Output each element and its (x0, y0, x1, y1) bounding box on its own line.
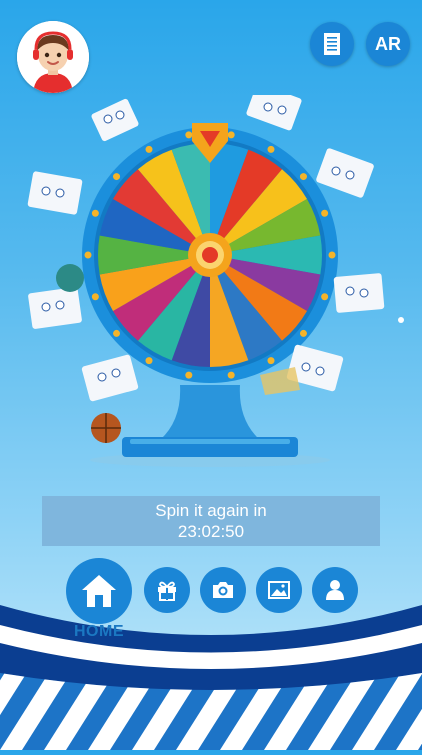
rim-light (113, 329, 121, 337)
document-button[interactable] (310, 22, 354, 66)
rim-light (91, 209, 99, 217)
milk-carton-mascot (246, 67, 311, 131)
prize-wheel[interactable] (0, 67, 422, 475)
image-icon (268, 581, 290, 599)
document-icon (324, 33, 340, 55)
countdown-time: 23:02:50 (177, 522, 245, 541)
milk-carton-mascot (316, 148, 374, 198)
home-label: HOME (74, 623, 124, 640)
rim-light (299, 329, 307, 337)
gift-icon (158, 581, 176, 601)
rim-light (91, 293, 99, 301)
avatar[interactable] (17, 21, 89, 93)
ar-button[interactable]: AR (366, 22, 410, 66)
rim-light (267, 145, 275, 153)
rim-light (267, 357, 275, 365)
rim-light (145, 145, 153, 153)
rim-light (227, 371, 235, 379)
gallery-button[interactable] (256, 567, 302, 613)
spin-again-text: Spin it again in (155, 501, 267, 520)
milk-carton-mascot (91, 98, 139, 142)
rim-light (185, 371, 193, 379)
rim-light (299, 173, 307, 181)
milk-carton-mascot (28, 264, 84, 329)
rim-light (328, 251, 336, 259)
rim-light (113, 173, 121, 181)
home-button[interactable] (66, 558, 132, 624)
rim-light (321, 293, 329, 301)
gift-button[interactable] (144, 567, 190, 613)
camera-button[interactable] (200, 567, 246, 613)
camera-icon (213, 582, 233, 598)
rim-light (84, 251, 92, 259)
rim-light (185, 131, 193, 139)
wheel-stand (160, 385, 260, 440)
ar-button-label: AR (375, 33, 401, 54)
spin-countdown: Spin it again in 23:02:50 (42, 496, 380, 546)
rim-light (145, 357, 153, 365)
boy-avatar-icon (17, 21, 89, 93)
milk-carton-mascot (333, 273, 385, 313)
page-indicator-dot (398, 317, 404, 323)
profile-button[interactable] (312, 567, 358, 613)
bottom-nav: HOME (0, 555, 422, 645)
home-icon (82, 575, 116, 607)
milk-carton-mascot (27, 171, 83, 215)
rim-light (321, 209, 329, 217)
profile-icon (326, 580, 344, 600)
milk-carton-mascot (81, 354, 139, 443)
rim-light (227, 131, 235, 139)
